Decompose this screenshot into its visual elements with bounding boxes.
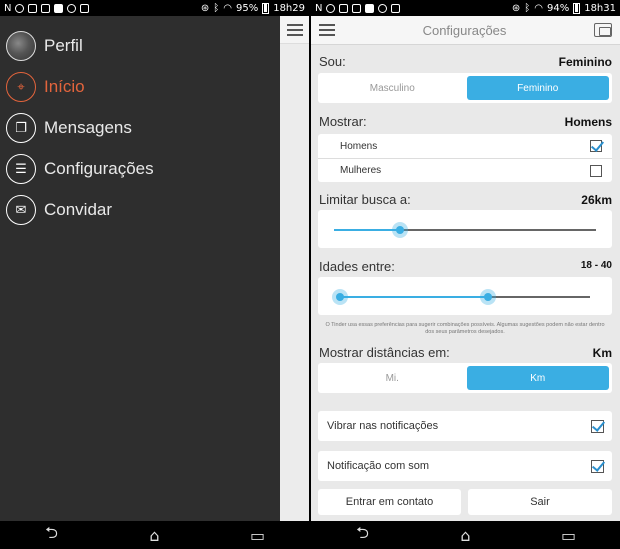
sound-label: Notificação com som — [327, 460, 430, 472]
contact-button[interactable]: Entrar em contato — [318, 489, 461, 515]
wifi-icon: ◠ — [223, 2, 232, 14]
profile-avatar — [6, 31, 36, 61]
sound-checkbox[interactable] — [591, 459, 604, 473]
notification-icon — [54, 3, 64, 13]
hamburger-menu-icon[interactable] — [286, 23, 303, 36]
menu-item-mensagens[interactable]: ❐ Mensagens — [6, 112, 132, 144]
option-label: Mulheres — [340, 165, 382, 176]
android-icon — [378, 3, 388, 13]
system-nav-bar: ⮌ ⌂ ▭ — [311, 521, 620, 549]
menu-label: Perfil — [44, 36, 83, 55]
mulheres-checkbox[interactable] — [590, 164, 602, 177]
units-label: Mostrar distâncias em: — [319, 345, 450, 360]
back-button[interactable]: ⮌ — [351, 523, 375, 544]
clock: 18h29 — [273, 2, 305, 14]
preferences-footnote: O Tinder usa essas preferências para sug… — [325, 322, 605, 335]
menu-item-convidar[interactable]: ✉ Convidar — [6, 194, 112, 226]
distance-slider-thumb[interactable] — [391, 222, 408, 238]
menu-item-inicio[interactable]: ⌖ Início — [6, 71, 85, 103]
units-option-mi[interactable]: Mi. — [321, 366, 464, 390]
back-button[interactable]: ⮌ — [40, 523, 64, 544]
signal-n-icon: N — [315, 2, 323, 14]
home-button[interactable]: ⌂ — [143, 526, 167, 545]
age-label: Idades entre: — [319, 259, 395, 274]
units-selector: Mi. Km — [318, 363, 612, 393]
age-slider-fill — [340, 296, 488, 298]
gender-option-masculino[interactable]: Masculino — [321, 76, 464, 100]
sound-option[interactable]: Notificação com som — [318, 451, 612, 481]
right-phone-screen: N ⊛ ᛒ ◠ 94% 18h31 Configurações Sou: Fem… — [311, 0, 620, 549]
gender-option-feminino[interactable]: Feminino — [466, 76, 609, 100]
show-option-mulheres[interactable]: Mulheres — [318, 158, 612, 182]
vibrate-label: Vibrar nas notificações — [327, 420, 439, 432]
navigation-drawer: Perfil ⌖ Início ❐ Mensagens ☰ Configuraç… — [0, 16, 280, 521]
left-phone-screen: N ⊛ ᛒ ◠ 95% 18h29 Perfil ⌖ Início ❐ Mens… — [0, 0, 309, 549]
battery-percent: 94% — [546, 2, 570, 14]
menu-label: Convidar — [44, 200, 113, 219]
battery-icon — [573, 2, 581, 14]
android-icon — [67, 3, 77, 13]
page-title: Configurações — [422, 22, 507, 38]
chat-bubbles-icon: ❐ — [6, 113, 36, 143]
gender-value: Feminino — [558, 55, 612, 69]
download-icon — [391, 3, 401, 13]
nfc-icon: ⊛ — [200, 2, 210, 14]
age-slider-card — [318, 277, 612, 315]
bluetooth-icon: ᛒ — [213, 2, 220, 14]
menu-label: Início — [44, 77, 85, 96]
gender-selector: Masculino Feminino — [318, 73, 612, 103]
vibrate-option[interactable]: Vibrar nas notificações — [318, 411, 612, 441]
gender-label: Sou: — [319, 54, 346, 69]
menu-item-configuracoes[interactable]: ☰ Configurações — [6, 153, 154, 185]
gallery-icon — [339, 3, 349, 13]
wifi-icon: ◠ — [534, 2, 543, 14]
vibrate-checkbox[interactable] — [591, 419, 604, 433]
age-max-thumb[interactable] — [479, 289, 496, 305]
nfc-icon: ⊛ — [511, 2, 521, 14]
location-pin-icon: ⌖ — [6, 72, 36, 102]
notification-icon — [365, 3, 375, 13]
exit-button[interactable]: Sair — [468, 489, 612, 515]
invite-mail-icon: ✉ — [6, 195, 36, 225]
download-icon — [80, 3, 90, 13]
system-nav-bar: ⮌ ⌂ ▭ — [0, 521, 309, 549]
units-option-km[interactable]: Km — [466, 366, 609, 390]
age-value: 18 - 40 — [580, 260, 612, 271]
skype-icon — [15, 3, 25, 13]
menu-label: Mensagens — [44, 118, 132, 137]
show-option-homens[interactable]: Homens — [318, 134, 612, 158]
distance-slider-fill — [334, 229, 400, 231]
menu-item-perfil[interactable]: Perfil — [6, 30, 83, 62]
battery-icon — [262, 2, 270, 14]
home-button[interactable]: ⌂ — [454, 526, 478, 545]
content-peek[interactable] — [280, 16, 309, 521]
units-value: Km — [592, 346, 612, 360]
status-bar: N ⊛ ᛒ ◠ 95% 18h29 — [0, 0, 309, 16]
homens-checkbox[interactable] — [590, 140, 602, 152]
sliders-icon: ☰ — [6, 154, 36, 184]
show-options-card: Homens Mulheres — [318, 134, 612, 182]
signal-n-icon: N — [4, 2, 12, 14]
option-label: Homens — [340, 140, 378, 152]
mail-icon — [41, 3, 51, 13]
hamburger-menu-icon[interactable] — [319, 24, 335, 36]
show-value: Homens — [564, 115, 612, 129]
age-min-thumb[interactable] — [332, 289, 348, 305]
app-bar: Configurações — [311, 16, 620, 45]
distance-slider-card — [318, 210, 612, 248]
skype-icon — [326, 3, 336, 13]
recent-apps-button[interactable]: ▭ — [557, 526, 581, 545]
menu-label: Configurações — [44, 159, 154, 178]
recent-apps-button[interactable]: ▭ — [246, 526, 270, 545]
mail-icon — [352, 3, 362, 13]
gallery-icon — [28, 3, 38, 13]
battery-percent: 95% — [235, 2, 259, 14]
show-label: Mostrar: — [319, 114, 367, 129]
distance-value: 26km — [581, 193, 612, 207]
clock: 18h31 — [584, 2, 616, 14]
bluetooth-icon: ᛒ — [524, 2, 531, 14]
status-bar: N ⊛ ᛒ ◠ 94% 18h31 — [311, 0, 620, 16]
chat-icon[interactable] — [594, 23, 612, 37]
distance-label: Limitar busca a: — [319, 192, 411, 207]
